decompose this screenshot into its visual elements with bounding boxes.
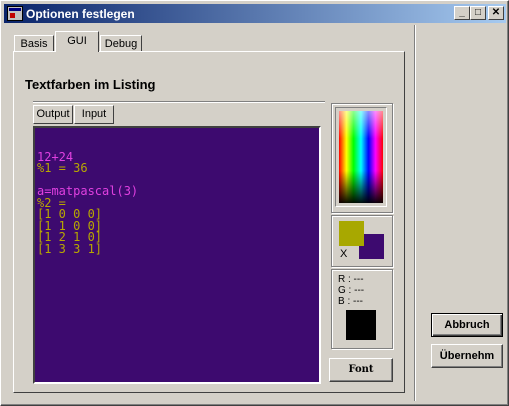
window-title: Optionen festlegen [26,7,135,21]
app-icon[interactable] [7,6,23,21]
listing-line: a=matpascal(3) [37,184,139,198]
color-spectrum[interactable] [339,111,383,203]
maximize-button[interactable]: □ [470,6,486,20]
title-bar[interactable]: Optionen festlegen _ □ ✕ [4,4,506,23]
rgb-group: R : --- G : --- B : --- [331,269,393,349]
listing-line: %1 = 36 [37,161,88,175]
section-heading: Textfarben im Listing [25,77,156,92]
color-spectrum-frame [335,107,387,207]
color-spectrum-group [331,103,393,213]
close-button[interactable]: ✕ [488,6,504,20]
tab-basis[interactable]: Basis [14,35,54,52]
swap-colors-icon[interactable]: X [340,248,347,260]
font-button[interactable]: Font [329,358,393,382]
cancel-button[interactable]: Abbruch [431,313,503,337]
listing-line: [1 3 3 1] [37,241,103,256]
divider [33,101,325,103]
color-preview [346,310,376,340]
foreground-color-swatch[interactable] [339,221,364,246]
swatch-group: X [331,215,393,267]
green-value: G : --- [338,285,365,296]
subtab-output[interactable]: Output [33,105,73,124]
listing-preview[interactable]: 12+24 %1 = 36 a=matpascal(3) %2 = [1 0 0 0][… [33,126,321,384]
minimize-button[interactable]: _ [454,6,470,20]
subtab-input[interactable]: Input [74,105,114,124]
options-dialog: Optionen festlegen _ □ ✕ Basis GUI Debug… [0,0,509,406]
tab-debug[interactable]: Debug [100,35,142,52]
apply-button[interactable]: Übernehm [431,344,503,368]
tab-gui[interactable]: GUI [55,31,99,52]
blue-value: B : --- [338,296,363,307]
vertical-separator [414,25,416,401]
red-value: R : --- [338,274,364,285]
listing-line [37,140,319,152]
